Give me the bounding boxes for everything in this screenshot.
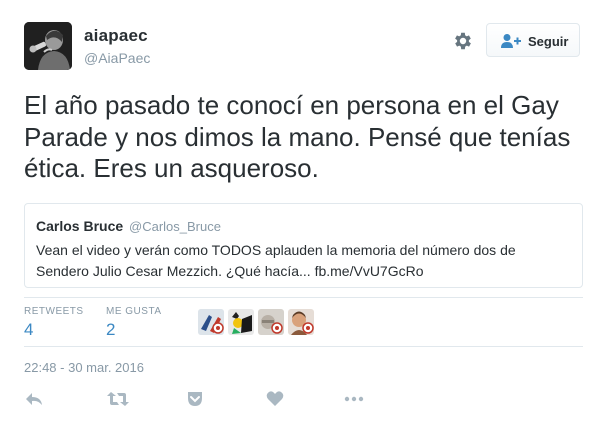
likes-count[interactable]: 2 — [106, 320, 115, 340]
like-heart-icon[interactable] — [266, 390, 290, 412]
divider — [24, 346, 583, 347]
liker-avatar[interactable] — [198, 309, 224, 335]
tweet-timestamp[interactable]: 22:48 - 30 mar. 2016 — [24, 360, 144, 375]
reply-icon[interactable] — [24, 390, 48, 412]
more-dots-icon[interactable] — [344, 390, 366, 412]
retweets-label: RETWEETS — [24, 306, 84, 317]
liker-avatar[interactable] — [228, 309, 254, 335]
follow-button-label: Seguir — [528, 34, 569, 49]
tweet-header: aiapaec @AiaPaec Seguir — [24, 22, 581, 74]
avatar[interactable] — [24, 22, 72, 70]
likes-label: ME GUSTA — [106, 306, 162, 317]
singer-with-microphone-avatar-icon — [24, 22, 72, 70]
quoted-user-name: Carlos Bruce — [36, 218, 124, 234]
liker-avatar[interactable] — [258, 309, 284, 335]
pocket-icon[interactable] — [186, 390, 210, 412]
quoted-tweet-text: Vean el video y verán como TODOS aplaude… — [36, 242, 516, 279]
quoted-tweet[interactable]: Carlos Bruce @Carlos_Bruce Vean el video… — [24, 203, 583, 288]
divider — [24, 297, 583, 298]
retweets-count[interactable]: 4 — [24, 320, 33, 340]
follow-button[interactable]: Seguir — [486, 23, 580, 57]
gear-icon[interactable] — [452, 30, 474, 52]
user-handle[interactable]: @AiaPaec — [84, 50, 150, 66]
retweet-icon[interactable] — [106, 390, 132, 412]
liker-avatar[interactable] — [288, 309, 314, 335]
person-plus-icon — [501, 33, 521, 49]
tweet-text: El año pasado te conocí en persona en el… — [24, 90, 571, 183]
user-name[interactable]: aiapaec — [84, 26, 148, 46]
quoted-user-handle: @Carlos_Bruce — [129, 219, 221, 234]
